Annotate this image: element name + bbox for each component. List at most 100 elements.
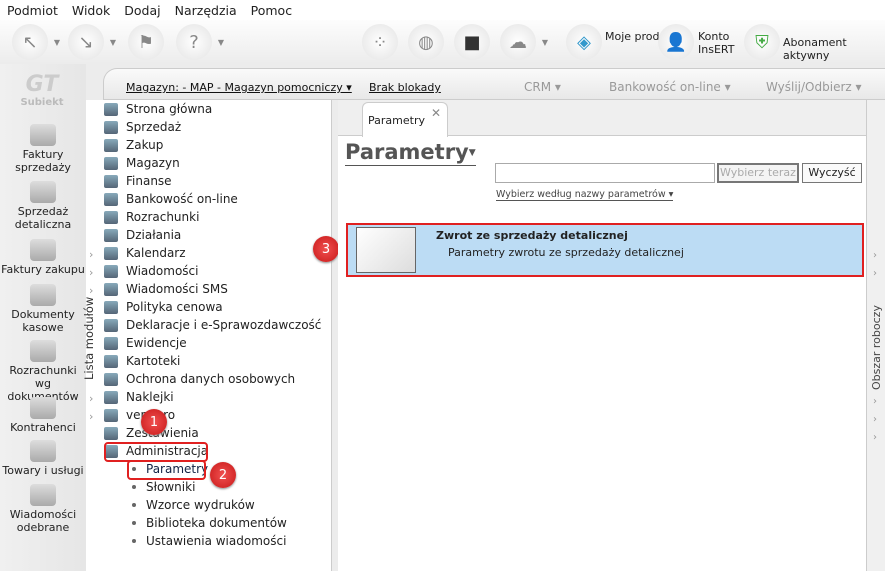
loading-icon[interactable]: ⁘: [362, 24, 398, 60]
module-label: Działania: [126, 228, 182, 242]
chevron-right-icon[interactable]: ›: [873, 396, 877, 407]
page-title[interactable]: Parametry▼: [345, 140, 476, 166]
chevron-right-icon[interactable]: ›: [873, 268, 877, 279]
magazyn-select[interactable]: Magazyn: - MAP - Magazyn pomocniczy ▾: [126, 81, 352, 94]
wyczysc-button[interactable]: Wyczyść: [802, 163, 862, 183]
module-item[interactable]: Ewidencje: [104, 334, 187, 352]
flag-icon[interactable]: ⚑: [128, 24, 164, 60]
sidebar-towary[interactable]: Towary i usługi: [0, 440, 86, 477]
wyslij-odbierz-button[interactable]: Wyślij/Odbierz ▾: [766, 80, 862, 94]
module-item[interactable]: Magazyn: [104, 154, 180, 172]
module-icon: [104, 372, 118, 386]
module-item[interactable]: Ochrona danych osobowych: [104, 370, 295, 388]
cube-icon[interactable]: ■: [454, 24, 490, 60]
cloud-icon[interactable]: ☁ ▼: [500, 24, 548, 60]
module-icon: [104, 174, 118, 188]
chevron-right-icon[interactable]: ›: [89, 284, 93, 297]
sidebar-sprzedaz-detaliczna[interactable]: Sprzedaż detaliczna: [0, 181, 86, 231]
module-icon: [104, 156, 118, 170]
tab-parametry[interactable]: Parametry ✕: [362, 102, 448, 137]
document-edit-icon: [356, 227, 416, 273]
module-item[interactable]: Bankowość on-line: [104, 190, 238, 208]
sidebar-dokumenty-kasowe[interactable]: Dokumenty kasowe: [0, 284, 86, 334]
sidebar-kontrahenci[interactable]: Kontrahenci: [0, 397, 86, 434]
menu-widok[interactable]: Widok: [72, 3, 110, 18]
module-item[interactable]: Naklejki: [104, 388, 174, 406]
search-input[interactable]: [495, 163, 715, 183]
bullet-icon: [132, 539, 136, 543]
sidebar-faktury-zakupu[interactable]: Faktury zakupu: [0, 239, 86, 276]
chevron-right-icon[interactable]: ›: [89, 266, 93, 279]
chevron-right-icon[interactable]: ›: [89, 410, 93, 423]
menu-pomoc[interactable]: Pomoc: [251, 3, 292, 18]
module-label: Sprzedaż: [126, 120, 182, 134]
module-item[interactable]: Polityka cenowa: [104, 298, 223, 316]
workspace-label[interactable]: Obszar roboczy: [870, 305, 883, 390]
menu-narzedzia[interactable]: Narzędzia: [175, 3, 237, 18]
sidebar-faktury-sprzedazy[interactable]: Faktury sprzedaży: [0, 124, 86, 174]
shield-icon[interactable]: ⛨: [744, 24, 780, 60]
user-icon[interactable]: 👤: [658, 24, 694, 60]
module-list-label[interactable]: Lista modułów: [82, 297, 96, 380]
module-item[interactable]: Strona główna: [104, 100, 212, 118]
sub-label: Wzorce wydruków: [146, 498, 255, 512]
filter-dropdown[interactable]: Wybierz według nazwy parametrów ▾: [496, 189, 674, 201]
module-icon: [104, 246, 118, 260]
module-label: Polityka cenowa: [126, 300, 223, 314]
menu-podmiot[interactable]: Podmiot: [7, 3, 58, 18]
chevron-down-icon: ▼: [468, 148, 476, 158]
module-item[interactable]: Działania: [104, 226, 181, 244]
chevron-right-icon[interactable]: ›: [89, 392, 93, 405]
wybierz-teraz-button[interactable]: Wybierz teraz: [717, 163, 799, 183]
admin-sub-item[interactable]: Wzorce wydruków: [132, 496, 255, 514]
module-item[interactable]: Deklaracje i e-Sprawozdawczość: [104, 316, 321, 334]
sidebar-rozrachunki[interactable]: Rozrachunki wg dokumentów: [0, 340, 86, 403]
module-icon: [104, 318, 118, 332]
module-icon: [104, 192, 118, 206]
module-icon: [104, 138, 118, 152]
module-item[interactable]: Zakup: [104, 136, 163, 154]
module-item[interactable]: Finanse: [104, 172, 172, 190]
module-label: Wiadomości SMS: [126, 282, 228, 296]
bankowosc-button[interactable]: Bankowość on-line ▾: [609, 80, 731, 94]
chevron-right-icon[interactable]: ›: [89, 248, 93, 261]
card-title: Zwrot ze sprzedaży detalicznej: [436, 229, 628, 242]
arrow-icon[interactable]: ↘ ▼: [68, 24, 116, 60]
module-item[interactable]: Rozrachunki: [104, 208, 199, 226]
sidebar-wiadomosci[interactable]: Wiadomości odebrane: [0, 484, 86, 534]
module-icon: [104, 120, 118, 134]
module-label: Finanse: [126, 174, 172, 188]
module-item[interactable]: Wiadomości: [104, 262, 198, 280]
bullet-icon: [132, 521, 136, 525]
crm-button[interactable]: CRM ▾: [524, 80, 561, 94]
module-item[interactable]: Kalendarz: [104, 244, 186, 262]
sub-label: Słowniki: [146, 480, 196, 494]
konto-button[interactable]: Konto InsERT: [698, 30, 738, 56]
chevron-right-icon[interactable]: ›: [873, 414, 877, 425]
abonament-button[interactable]: Abonament aktywny: [783, 36, 885, 62]
module-icon: [104, 390, 118, 404]
module-label: Zakup: [126, 138, 164, 152]
module-item[interactable]: Kartoteki: [104, 352, 180, 370]
admin-sub-item[interactable]: Ustawienia wiadomości: [132, 532, 286, 550]
step-badge-2: 2: [210, 462, 236, 488]
step-badge-1: 1: [141, 409, 167, 435]
globe-icon[interactable]: ◍: [408, 24, 444, 60]
chevron-right-icon[interactable]: ›: [873, 432, 877, 443]
menu-dodaj[interactable]: Dodaj: [124, 3, 160, 18]
highlight-parametry: [127, 460, 206, 480]
parameter-card[interactable]: Zwrot ze sprzedaży detalicznej Parametry…: [346, 223, 864, 277]
highlight-administracja: [104, 442, 208, 462]
close-icon[interactable]: ✕: [431, 106, 441, 120]
products-icon[interactable]: ◈: [566, 24, 602, 60]
module-label: Bankowość on-line: [126, 192, 238, 206]
chevron-right-icon[interactable]: ›: [873, 250, 877, 261]
help-icon[interactable]: ? ▼: [176, 24, 224, 60]
blokada-link[interactable]: Brak blokady: [369, 81, 441, 94]
module-item[interactable]: Sprzedaż: [104, 118, 181, 136]
admin-sub-item[interactable]: Biblioteka dokumentów: [132, 514, 287, 532]
left-sidebar: GT Subiekt Faktury sprzedaży Sprzedaż det…: [0, 64, 86, 571]
module-item[interactable]: Wiadomości SMS: [104, 280, 228, 298]
cursor-icon[interactable]: ↖ ▼: [12, 24, 60, 60]
admin-sub-item[interactable]: Słowniki: [132, 478, 195, 496]
